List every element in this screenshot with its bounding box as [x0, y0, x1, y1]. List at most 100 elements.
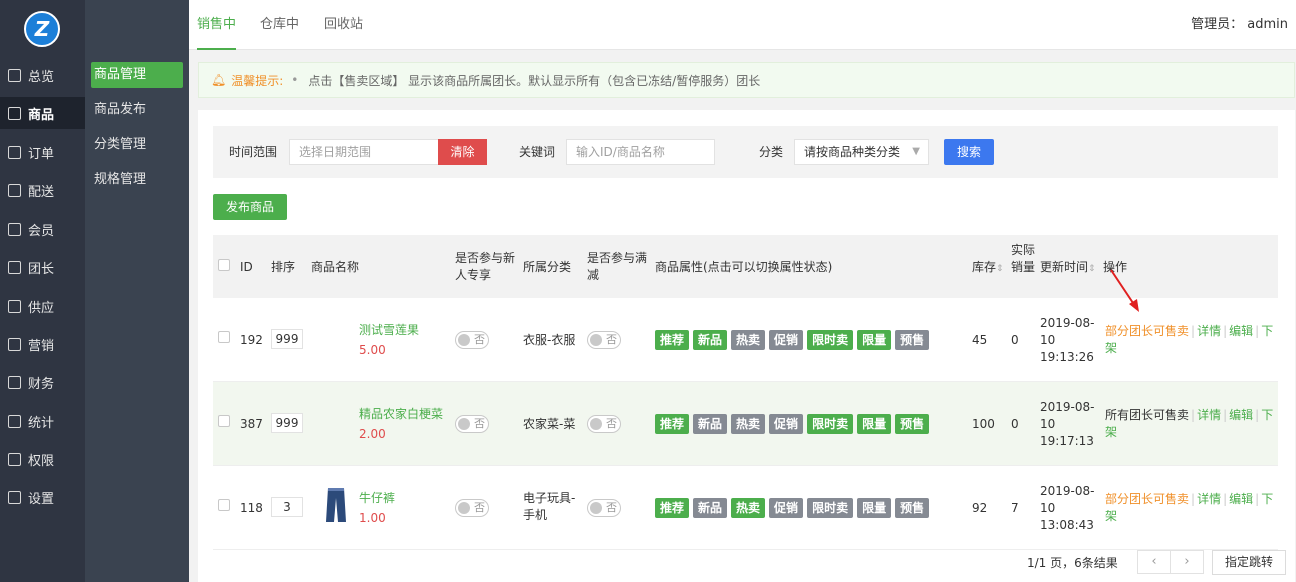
tag-recommend[interactable]: 推荐 — [655, 414, 690, 434]
th-stock[interactable]: 库存⇕ — [972, 259, 1004, 278]
nav-supply[interactable]: 供应 — [0, 290, 85, 322]
tab-on-sale[interactable]: 销售中 — [197, 0, 237, 50]
select-all-checkbox[interactable] — [218, 259, 230, 271]
tab-recycle-bin[interactable]: 回收站 — [324, 0, 363, 50]
tag-new[interactable]: 新品 — [693, 414, 728, 434]
subnav-spec-manage[interactable]: 规格管理 — [91, 167, 183, 193]
subnav-goods-publish[interactable]: 商品发布 — [91, 97, 183, 123]
edit-link[interactable]: 编辑 — [1229, 492, 1253, 506]
detail-link[interactable]: 详情 — [1197, 492, 1221, 506]
goods-name[interactable]: 牛仔裤 — [359, 490, 395, 507]
sort-input[interactable]: 3 — [271, 497, 303, 517]
th-sort: 排序 — [271, 260, 296, 274]
nav-label: 财务 — [28, 376, 55, 392]
detail-link[interactable]: 详情 — [1197, 324, 1221, 338]
admin-user[interactable]: 管理员： admin — [1191, 0, 1288, 50]
goods-name[interactable]: 精品农家白梗菜 — [359, 406, 443, 423]
nav-orders[interactable]: 订单 — [0, 136, 85, 168]
jump-page-button[interactable]: 指定跳转 — [1212, 550, 1286, 575]
offshelf-link-1[interactable]: 下 — [1261, 492, 1273, 506]
nav-goods[interactable]: 商品 — [0, 97, 85, 129]
row-checkbox[interactable] — [218, 331, 230, 343]
nav-settings[interactable]: 设置 — [0, 481, 85, 513]
detail-link[interactable]: 详情 — [1197, 408, 1221, 422]
updated-date: 2019-08- — [1040, 316, 1095, 330]
sort-input[interactable]: 999 — [271, 329, 303, 349]
tag-limited[interactable]: 限量 — [857, 498, 892, 518]
tag-promo[interactable]: 促销 — [769, 330, 804, 350]
date-range-input[interactable]: 选择日期范围 — [289, 139, 439, 165]
toggle-knob — [590, 418, 602, 430]
row-id: 192 — [240, 333, 263, 347]
offshelf-link-1[interactable]: 下 — [1261, 324, 1273, 338]
nav-stats[interactable]: 统计 — [0, 405, 85, 437]
nav-label: 营销 — [28, 338, 55, 354]
newbie-toggle[interactable]: 否 — [455, 415, 489, 433]
row-checkbox[interactable] — [218, 499, 230, 511]
publish-goods-button[interactable]: 发布商品 — [213, 194, 287, 220]
keyword-input[interactable]: 输入ID/商品名称 — [566, 139, 715, 165]
tag-flash[interactable]: 限时卖 — [807, 330, 854, 350]
search-button[interactable]: 搜索 — [944, 139, 994, 165]
tag-new[interactable]: 新品 — [693, 498, 728, 518]
tag-new[interactable]: 新品 — [693, 330, 728, 350]
home-icon — [8, 68, 21, 82]
order-icon — [8, 145, 21, 159]
edit-link[interactable]: 编辑 — [1229, 324, 1253, 338]
category-select[interactable]: 请按商品种类分类 ▼ — [794, 139, 929, 165]
nav-marketing[interactable]: 营销 — [0, 328, 85, 360]
nav-label: 订单 — [28, 146, 55, 162]
nav-members[interactable]: 会员 — [0, 213, 85, 245]
tag-hot[interactable]: 热卖 — [731, 330, 766, 350]
row-checkbox[interactable] — [218, 415, 230, 427]
offshelf-link-2[interactable]: 架 — [1105, 424, 1275, 441]
nav-leaders[interactable]: 团长 — [0, 251, 85, 283]
tag-recommend[interactable]: 推荐 — [655, 330, 690, 350]
tag-recommend[interactable]: 推荐 — [655, 498, 690, 518]
tab-warehouse[interactable]: 仓库中 — [260, 0, 299, 50]
offshelf-link-2[interactable]: 架 — [1105, 508, 1275, 525]
nav-label: 供应 — [28, 300, 55, 316]
toggle-text: 否 — [606, 417, 617, 430]
tag-presale[interactable]: 预售 — [895, 330, 930, 350]
tag-flash[interactable]: 限时卖 — [807, 414, 854, 434]
clear-button[interactable]: 清除 — [438, 139, 487, 165]
offshelf-link-1[interactable]: 下 — [1261, 408, 1273, 422]
notice-title: 温馨提示: — [231, 73, 284, 88]
tag-limited[interactable]: 限量 — [857, 330, 892, 350]
tag-hot[interactable]: 热卖 — [731, 498, 766, 518]
tag-promo[interactable]: 促销 — [769, 414, 804, 434]
attr-tags: 推荐 新品 热卖 促销 限时卖 限量 预售 — [655, 330, 930, 350]
th-sold[interactable]: 实际 销量 — [1011, 242, 1035, 276]
th-updated[interactable]: 更新时间⇕ — [1040, 259, 1096, 278]
nav-permissions[interactable]: 权限 — [0, 443, 85, 475]
sale-scope-link[interactable]: 部分团长可售卖 — [1105, 324, 1189, 338]
category-line1: 衣服-衣服 — [523, 333, 576, 347]
edit-link[interactable]: 编辑 — [1229, 408, 1253, 422]
prev-page-button[interactable]: ‹ — [1137, 550, 1171, 574]
sale-scope-link[interactable]: 部分团长可售卖 — [1105, 492, 1189, 506]
nav-delivery[interactable]: 配送 — [0, 174, 85, 206]
next-page-button[interactable]: › — [1170, 550, 1204, 574]
nav-overview[interactable]: 总览 — [0, 59, 85, 91]
row-ops: 所有团长可售卖 | 详情 | 编辑 | 下 架 — [1105, 408, 1275, 441]
subnav-goods-manage[interactable]: 商品管理 — [91, 62, 183, 88]
sort-input[interactable]: 999 — [271, 413, 303, 433]
tag-limited[interactable]: 限量 — [857, 414, 892, 434]
fullcut-toggle[interactable]: 否 — [587, 499, 621, 517]
tag-presale[interactable]: 预售 — [895, 498, 930, 518]
goods-name[interactable]: 测试雪莲果 — [359, 322, 419, 339]
tag-flash[interactable]: 限时卖 — [807, 498, 854, 518]
fullcut-toggle[interactable]: 否 — [587, 415, 621, 433]
subnav-category-manage[interactable]: 分类管理 — [91, 132, 183, 158]
tag-presale[interactable]: 预售 — [895, 414, 930, 434]
newbie-toggle[interactable]: 否 — [455, 499, 489, 517]
gear-icon — [8, 490, 21, 504]
newbie-toggle[interactable]: 否 — [455, 331, 489, 349]
tag-hot[interactable]: 热卖 — [731, 414, 766, 434]
tag-promo[interactable]: 促销 — [769, 498, 804, 518]
offshelf-link-2[interactable]: 架 — [1105, 340, 1275, 357]
nav-finance[interactable]: 财务 — [0, 366, 85, 398]
sale-scope-link[interactable]: 所有团长可售卖 — [1105, 408, 1189, 422]
fullcut-toggle[interactable]: 否 — [587, 331, 621, 349]
